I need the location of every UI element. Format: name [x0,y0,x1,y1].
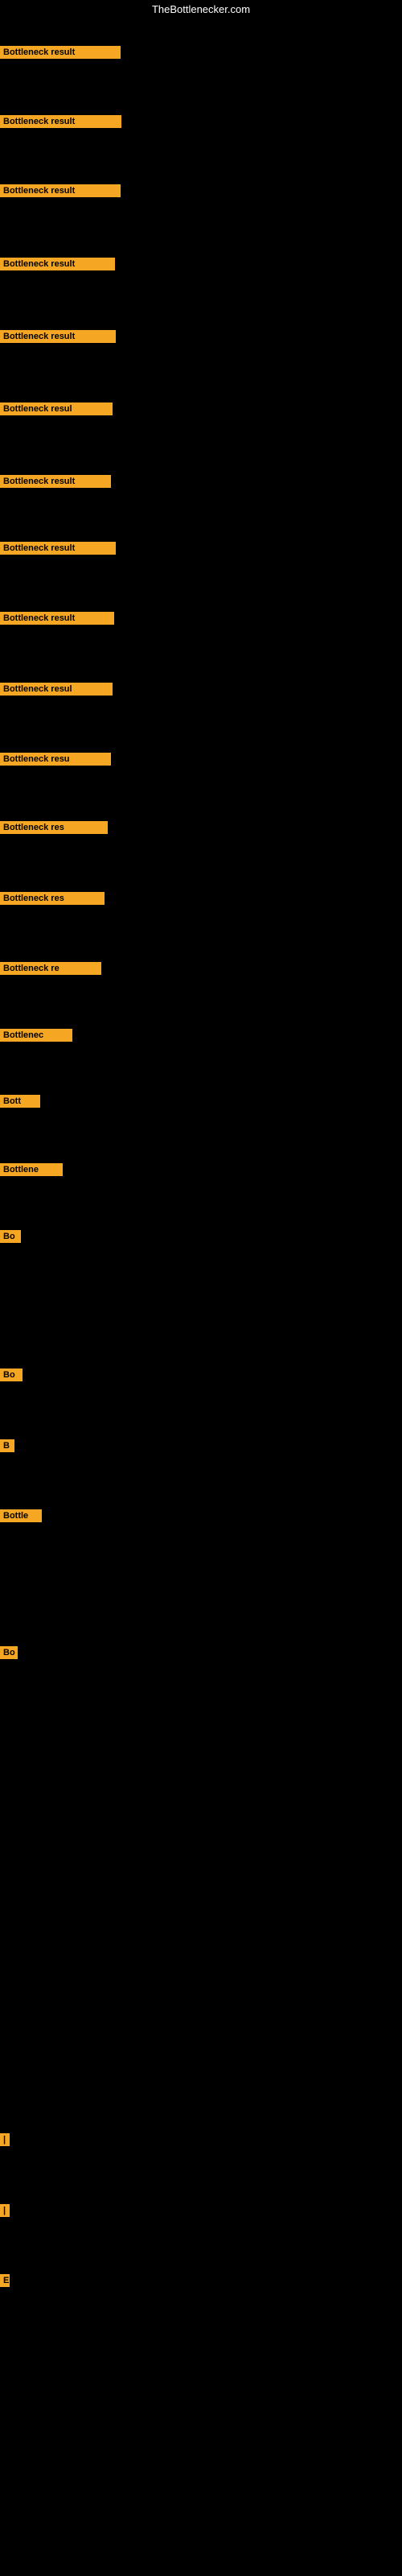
bottleneck-badge: Bottleneck result [0,542,116,555]
bottleneck-badge: Bottlenec [0,1029,72,1042]
bottleneck-badge: Bo [0,1368,23,1381]
bottleneck-badge: | [0,2204,10,2217]
bottleneck-badge: Bottleneck result [0,612,114,625]
bottleneck-badge: Bottle [0,1509,42,1522]
bottleneck-badge: Bottleneck result [0,184,121,197]
bottleneck-badge: | [0,2133,10,2146]
bottleneck-badge: Bottleneck result [0,330,116,343]
bottleneck-badge: Bottleneck resu [0,753,111,766]
bottleneck-badge: Bottleneck re [0,962,101,975]
bottleneck-badge: Bottleneck resul [0,683,113,696]
bottleneck-badge: Bo [0,1230,21,1243]
bottleneck-badge: Bottlene [0,1163,63,1176]
bottleneck-badge: Bottleneck res [0,821,108,834]
bottleneck-badge: Bottleneck result [0,258,115,270]
site-title: TheBottlenecker.com [0,3,402,15]
bottleneck-badge: E [0,2274,10,2287]
bottleneck-badge: Bott [0,1095,40,1108]
bottleneck-badge: Bottleneck result [0,115,121,128]
bottleneck-badge: Bo [0,1646,18,1659]
bottleneck-badge: Bottleneck res [0,892,105,905]
bottleneck-badge: Bottleneck result [0,46,121,59]
bottleneck-badge: Bottleneck result [0,475,111,488]
bottleneck-badge: Bottleneck resul [0,402,113,415]
bottleneck-badge: B [0,1439,14,1452]
